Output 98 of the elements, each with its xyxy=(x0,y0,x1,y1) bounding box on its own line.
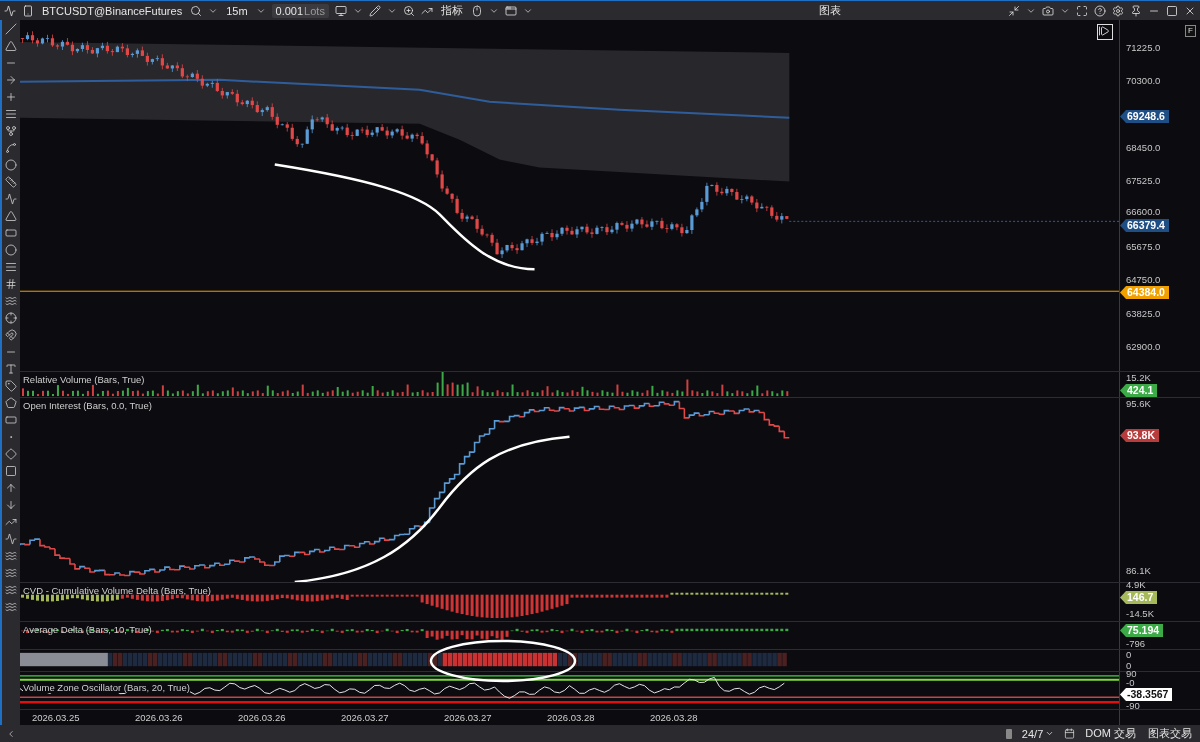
session-button[interactable]: 24/7 xyxy=(1019,727,1057,740)
plus-icon[interactable] xyxy=(4,91,17,103)
axis-label: 68450.0 xyxy=(1126,142,1161,153)
waves-icon[interactable] xyxy=(4,601,17,613)
curve-icon[interactable] xyxy=(4,142,17,154)
fullscreen-icon[interactable] xyxy=(1076,4,1088,17)
axis-label: 66600.0 xyxy=(1126,207,1161,217)
ruler-icon[interactable] xyxy=(4,176,17,188)
time-label: 2026.03.27 xyxy=(444,711,493,725)
scroll-to-end-icon[interactable] xyxy=(1098,25,1110,37)
triangle-icon[interactable] xyxy=(4,210,17,222)
waves-icon[interactable] xyxy=(4,567,17,579)
collapse-icon[interactable] xyxy=(1008,4,1020,17)
crosshair-icon[interactable] xyxy=(4,312,17,324)
lines-icon[interactable] xyxy=(4,261,17,273)
waves-icon[interactable] xyxy=(4,295,17,307)
waves-icon[interactable] xyxy=(4,550,17,562)
price-tag: 66379.4 xyxy=(1120,219,1169,232)
value-tag: 146.7 xyxy=(1120,591,1158,604)
caret-icon xyxy=(1045,729,1055,738)
axis-label: 63825.0 xyxy=(1126,308,1161,319)
time-label: 2026.03.28 xyxy=(547,711,596,725)
arrow-up-icon[interactable] xyxy=(4,482,17,494)
waves-icon[interactable] xyxy=(4,584,17,596)
diamond-icon[interactable] xyxy=(4,448,17,460)
axis-label: 0 xyxy=(1126,650,1132,660)
axis-label: 15.2K xyxy=(1126,373,1151,383)
maximize-icon[interactable] xyxy=(1166,4,1178,17)
arrow-down-icon[interactable] xyxy=(4,499,17,511)
panel-title: Open Interest (Bars, 0.0, True) xyxy=(23,400,152,411)
axis-label: -14.5K xyxy=(1126,609,1154,619)
line-icon[interactable] xyxy=(4,23,17,35)
panel-title: Volume Zone Oscillator (Bars, 20, True) xyxy=(23,682,190,693)
pencil-icon[interactable] xyxy=(368,4,381,17)
rectangle-icon[interactable] xyxy=(4,227,17,239)
callout-icon[interactable] xyxy=(4,414,17,426)
panel-title: Relative Volume (Bars, True) xyxy=(23,374,145,385)
settings-icon[interactable] xyxy=(1112,4,1124,17)
scroll-thumb[interactable] xyxy=(1005,728,1012,739)
axis-label: 65675.0 xyxy=(1126,242,1161,253)
interval-button[interactable]: 15m xyxy=(224,4,250,17)
arrow-icon[interactable] xyxy=(4,74,17,86)
grid-icon[interactable] xyxy=(4,278,17,290)
monitor-icon[interactable] xyxy=(334,4,347,17)
triangle-icon[interactable] xyxy=(4,40,17,52)
square-icon[interactable] xyxy=(4,465,17,477)
tag-icon[interactable] xyxy=(4,380,17,392)
panel-title: CVD - Cumulative Volume Delta (Bars, True) xyxy=(23,585,211,596)
search-icon[interactable] xyxy=(190,4,203,17)
axis-label: 64750.0 xyxy=(1126,275,1161,286)
axis-label: 70300.0 xyxy=(1126,76,1161,87)
fork-icon[interactable] xyxy=(4,125,17,137)
axis-label: 95.6K xyxy=(1126,399,1151,409)
calendar-icon[interactable] xyxy=(1064,728,1076,739)
window-title: 图表 xyxy=(818,3,843,18)
axis-label: 62900.0 xyxy=(1126,341,1161,352)
panel-title: Average Delta (Bars, 10, True) xyxy=(23,624,152,635)
dom-trade-button[interactable]: DOM 交易 xyxy=(1083,726,1138,741)
axis-label: 67525.0 xyxy=(1126,175,1161,186)
circle-icon[interactable] xyxy=(4,244,17,256)
auto-scale-button[interactable]: F xyxy=(1185,25,1196,37)
indicators-button[interactable]: 指标 xyxy=(438,3,465,18)
axis-label: 71225.0 xyxy=(1126,43,1161,53)
axis-label: -796 xyxy=(1126,639,1145,649)
pin-icon[interactable] xyxy=(1130,4,1142,17)
axis-label: -0 xyxy=(1126,678,1135,688)
time-label: 2026.03.26 xyxy=(238,711,287,725)
time-label: 2026.03.27 xyxy=(341,711,390,725)
value-tag: 93.8K xyxy=(1120,429,1160,442)
zoom-in-icon[interactable] xyxy=(402,4,415,17)
phone-icon[interactable] xyxy=(22,4,34,17)
wave-icon[interactable] xyxy=(4,193,17,205)
axis-label: 0 xyxy=(1126,661,1132,671)
lines-icon[interactable] xyxy=(4,108,17,120)
time-label: 2026.03.26 xyxy=(135,711,184,725)
text-icon[interactable] xyxy=(4,363,17,375)
symbol-button[interactable]: BTCUSDT@BinanceFutures xyxy=(40,4,185,17)
lots-field[interactable]: 0.001Lots xyxy=(271,3,329,18)
chart-trade-button[interactable]: 图表交易 xyxy=(1146,726,1194,741)
axis-label: 90 xyxy=(1126,669,1137,679)
time-label: 2026.03.25 xyxy=(32,711,81,725)
camera-icon[interactable] xyxy=(1042,4,1054,17)
value-tag: -38.3567 xyxy=(1120,688,1173,701)
time-label: 2026.03.28 xyxy=(650,711,699,725)
price-tag: 64384.0 xyxy=(1120,286,1169,299)
label-icon[interactable] xyxy=(4,397,17,409)
axis-label: 4.9K xyxy=(1126,580,1146,590)
mouse-icon[interactable] xyxy=(470,4,483,17)
value-tag: 424.1 xyxy=(1120,384,1158,397)
axis-label: -90 xyxy=(1126,701,1140,711)
scroll-left-icon[interactable] xyxy=(6,728,16,739)
value-tag: 75.194 xyxy=(1120,624,1164,637)
wave-icon[interactable] xyxy=(4,533,17,545)
windows-icon[interactable] xyxy=(504,4,517,17)
axis-label: 86.1K xyxy=(1126,566,1151,576)
price-tag: 69248.6 xyxy=(1120,110,1169,123)
help-icon[interactable] xyxy=(1094,4,1106,17)
magnet-icon[interactable] xyxy=(4,329,17,341)
